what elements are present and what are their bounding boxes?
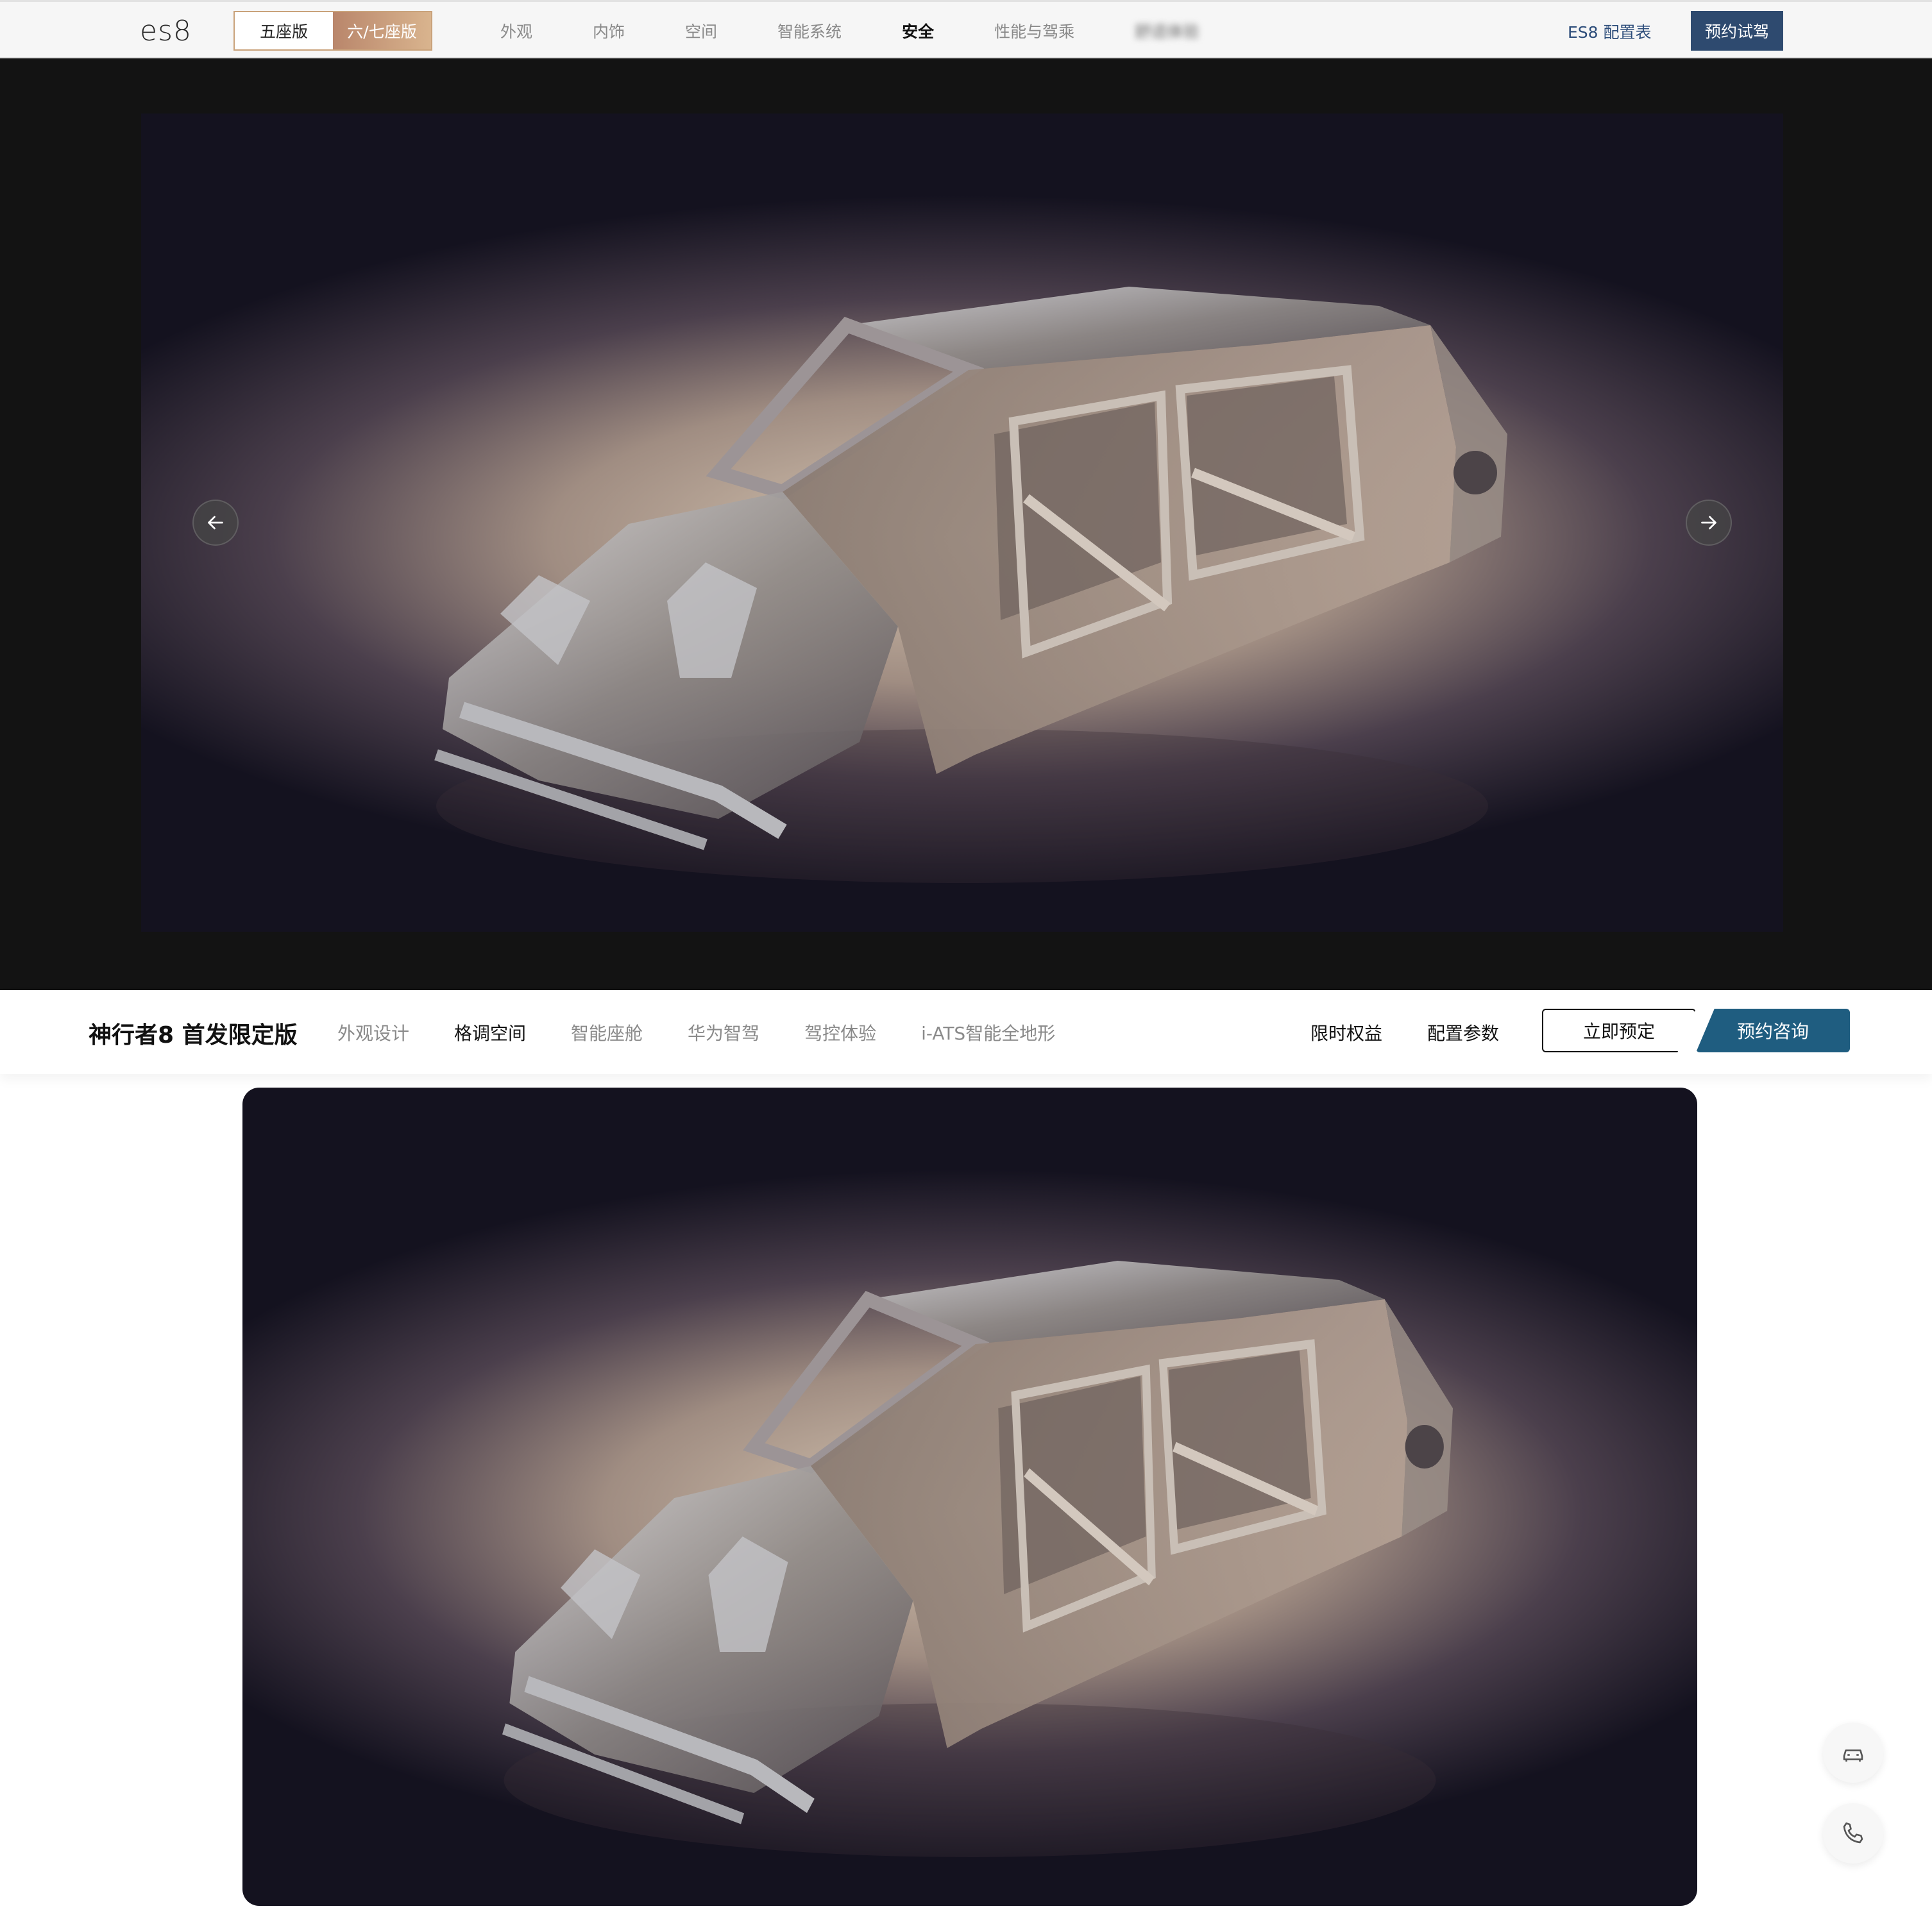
phone-icon	[1843, 1822, 1863, 1844]
topnav-item-comfort[interactable]: 舒适体验	[1135, 19, 1199, 42]
subnav-item-exterior-design[interactable]: 外观设计	[337, 1020, 409, 1045]
brand-logo[interactable]: es8	[140, 15, 192, 47]
config-sheet-link[interactable]: ES8 配置表	[1568, 20, 1652, 43]
float-phone-button[interactable]	[1823, 1803, 1883, 1864]
topnav-item-exterior[interactable]: 外观	[500, 19, 532, 42]
topnav-menu: 外观 内饰 空间 智能系统 安全 性能与驾乘 舒适体验	[500, 2, 1259, 60]
reserve-now-button[interactable]: 立即预定	[1542, 1009, 1696, 1052]
subnav-item-driving-experience[interactable]: 驾控体验	[804, 1020, 876, 1045]
secondary-navigation: 神行者8 首发限定版 外观设计 格调空间 智能座舱 华为智驾 驾控体验 i-AT…	[0, 991, 1932, 1074]
carousel-prev-button[interactable]	[192, 500, 239, 546]
model-title: 神行者8 首发限定版	[89, 1022, 298, 1048]
test-drive-button[interactable]: 预约试驾	[1691, 11, 1783, 51]
topnav-item-performance[interactable]: 性能与驾乘	[994, 19, 1074, 42]
topnav-item-smart-system[interactable]: 智能系统	[777, 19, 842, 42]
subnav-item-smart-cockpit[interactable]: 智能座舱	[571, 1020, 643, 1045]
seat-option-five[interactable]: 五座版	[235, 12, 333, 49]
book-consultation-button[interactable]: 预约咨询	[1696, 1009, 1850, 1052]
float-car-button[interactable]	[1823, 1722, 1883, 1783]
topnav-item-interior[interactable]: 内饰	[593, 19, 625, 42]
carousel-next-button[interactable]	[1686, 500, 1732, 546]
topnav-item-safety[interactable]: 安全	[902, 19, 934, 42]
limited-offer-link[interactable]: 限时权益	[1310, 1020, 1382, 1045]
seat-option-six-seven[interactable]: 六/七座版	[333, 12, 431, 49]
subnav-item-space[interactable]: 格调空间	[454, 1020, 526, 1045]
subnav-item-i-ats[interactable]: i-ATS智能全地形	[921, 1020, 1055, 1045]
subnav-links: 限时权益 配置参数	[1310, 991, 1544, 1074]
seat-version-toggle: 五座版 六/七座版	[233, 11, 432, 51]
car-body-frame-illustration-2	[502, 1261, 1453, 1857]
arrow-left-icon	[208, 516, 223, 530]
arrow-right-icon	[1701, 516, 1716, 530]
car-frame-image-2	[242, 1088, 1697, 1906]
config-params-link[interactable]: 配置参数	[1427, 1020, 1499, 1045]
car-body-frame-illustration	[434, 287, 1507, 883]
topnav-item-space[interactable]: 空间	[685, 19, 717, 42]
top-navigation: es8 五座版 六/七座版 外观 内饰 空间 智能系统 安全 性能与驾乘 舒适体…	[0, 0, 1932, 58]
subnav-item-huawei-driving[interactable]: 华为智驾	[688, 1020, 759, 1045]
car-frame-image	[141, 114, 1783, 932]
car-icon	[1843, 1749, 1863, 1762]
hero-section	[0, 58, 1932, 990]
subnav-menu: 外观设计 格调空间 智能座舱 华为智驾 驾控体验 i-ATS智能全地形	[337, 991, 1100, 1074]
